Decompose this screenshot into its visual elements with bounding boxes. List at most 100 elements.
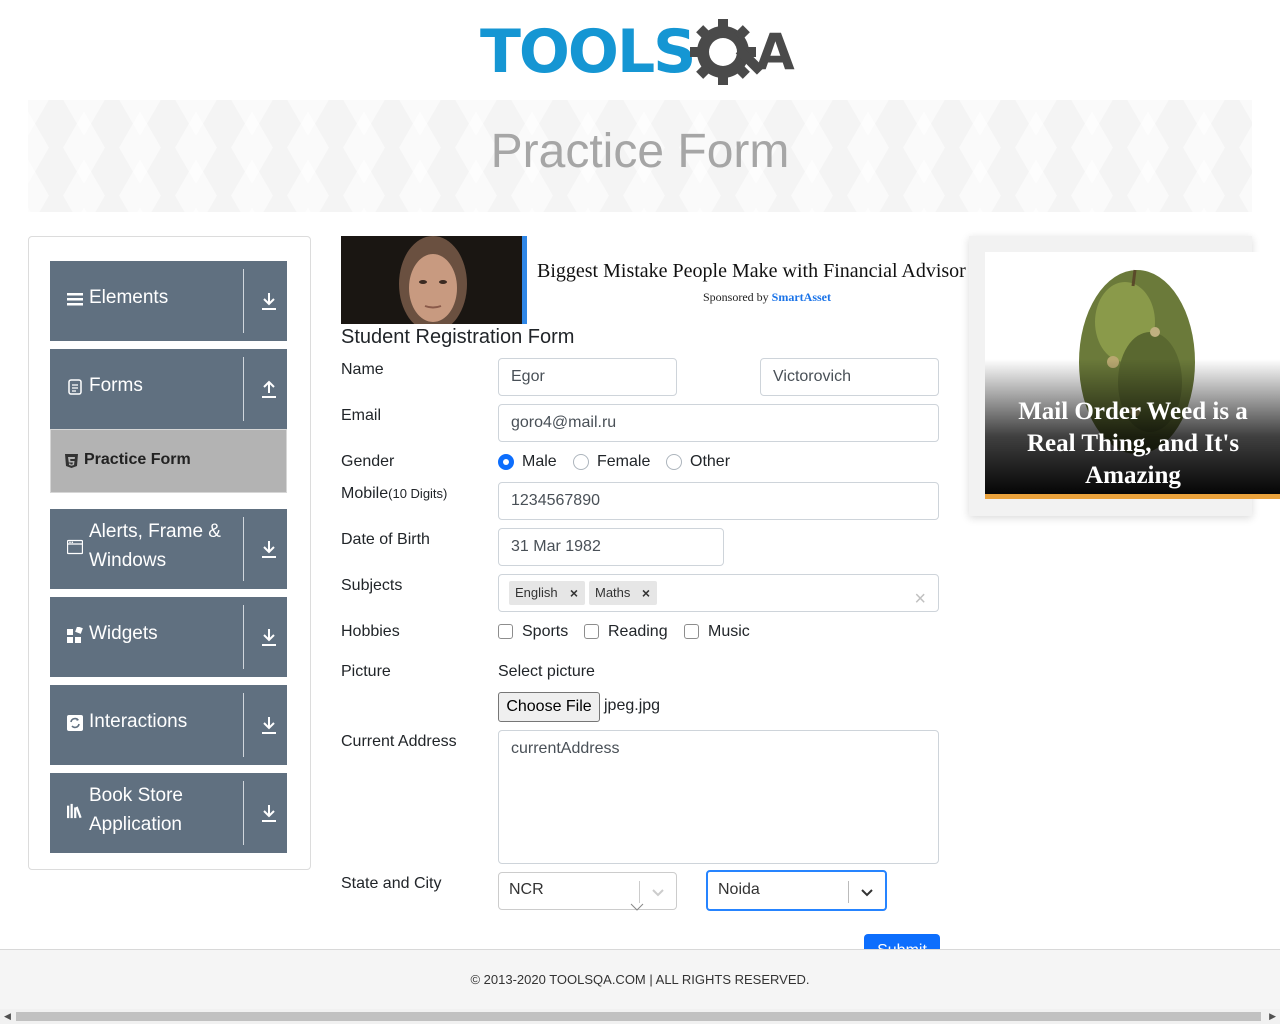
svg-text:A: A [756, 23, 795, 81]
selected-file-name: jpeg.jpg [604, 697, 661, 714]
hobby-reading-checkbox[interactable] [584, 624, 599, 639]
date-of-birth-input[interactable]: 31 Mar 1982 [498, 528, 724, 566]
mobile-hint: (10 Digits) [388, 486, 448, 501]
sidebar-item-label: Practice Form [84, 451, 191, 468]
sidebar-item-practice-form[interactable]: Practice Form [50, 429, 287, 493]
ad-image: Mail Order Weed is a Real Thing, and It'… [985, 252, 1280, 499]
divider [243, 517, 244, 581]
horizontal-scrollbar[interactable]: ◀ ▶ [0, 1009, 1280, 1024]
sidebar-group-label: Alerts, Frame & Windows [89, 521, 221, 571]
scroll-right-icon[interactable]: ▶ [1269, 1011, 1276, 1022]
sidebar-group-label: Interactions [89, 711, 188, 732]
select-picture-label: Select picture [498, 663, 595, 680]
subject-chip-label: English [515, 585, 558, 600]
first-name-input[interactable]: Egor [498, 358, 677, 396]
ad-sponsor: Sponsored by SmartAsset [703, 290, 831, 305]
ad-caption[interactable]: Mail Order Weed is a Real Thing, and It'… [1003, 396, 1263, 492]
side-advertisement[interactable]: Mail Order Weed is a Real Thing, and It'… [969, 236, 1280, 516]
footer-copyright: © 2013-2020 TOOLSQA.COM | ALL RIGHTS RES… [470, 972, 810, 987]
form-title: Student Registration Form [341, 326, 575, 348]
remove-chip-icon[interactable]: × [563, 581, 585, 605]
sidebar-group-interactions[interactable]: Interactions [50, 685, 287, 765]
interactions-icon [67, 715, 83, 731]
mobile-label-text: Mobile [341, 485, 389, 502]
current-address-label: Current Address [341, 733, 457, 750]
divider [848, 881, 849, 903]
sidebar-group-label: Forms [89, 375, 143, 396]
ad-accent-bar [522, 236, 527, 324]
subjects-label: Subjects [341, 577, 403, 594]
divider [639, 881, 640, 903]
chevron-down-icon[interactable] [859, 884, 875, 900]
widgets-icon [67, 627, 83, 643]
page-title: Practice Form [490, 125, 790, 178]
cursor-chevron-icon [630, 903, 644, 911]
advertisement-banner[interactable]: Biggest Mistake People Make with Financi… [341, 236, 971, 324]
gender-female-radio[interactable] [573, 454, 589, 470]
hobby-sports-checkbox[interactable] [498, 624, 513, 639]
mobile-label: Mobile(10 Digits) [341, 485, 447, 503]
subjects-input[interactable]: English × Maths × × [498, 574, 939, 612]
divider [243, 357, 244, 421]
window-icon [67, 539, 83, 555]
clear-icon[interactable]: × [914, 581, 926, 617]
email-label: Email [341, 407, 382, 424]
city-select[interactable]: Noida [706, 870, 887, 911]
gender-female-label[interactable]: Female [597, 453, 650, 471]
download-arrow-icon[interactable] [260, 291, 278, 311]
sidebar-group-book-store[interactable]: Book Store Application [50, 773, 287, 853]
ad-headline[interactable]: Biggest Mistake People Make with Financi… [537, 260, 966, 283]
download-arrow-icon[interactable] [260, 715, 278, 735]
gender-male-radio[interactable] [498, 454, 514, 470]
gender-other-label[interactable]: Other [690, 453, 730, 471]
sidebar-group-label: Book Store Application [89, 785, 183, 835]
menu-icon [67, 293, 83, 306]
scroll-left-icon[interactable]: ◀ [4, 1011, 11, 1022]
hobby-music-checkbox[interactable] [684, 624, 699, 639]
gender-male-label[interactable]: Male [522, 453, 557, 471]
download-arrow-icon[interactable] [260, 627, 278, 647]
hobby-music-label[interactable]: Music [708, 623, 750, 641]
chevron-down-icon[interactable] [650, 884, 666, 900]
ad-photo [341, 236, 522, 324]
hobby-reading-label[interactable]: Reading [608, 623, 668, 641]
sidebar-group-forms[interactable]: Forms [50, 349, 287, 429]
sidebar-group-label: Widgets [89, 623, 158, 644]
dob-label: Date of Birth [341, 531, 430, 548]
page-banner: Practice Form [28, 100, 1252, 212]
picture-label: Picture [341, 663, 391, 680]
subject-chip-english: English × [509, 581, 585, 605]
last-name-input[interactable]: Victorovich [760, 358, 939, 396]
gender-label: Gender [341, 453, 395, 470]
upload-arrow-icon[interactable] [260, 379, 278, 399]
remove-chip-icon[interactable]: × [635, 581, 657, 605]
divider [243, 605, 244, 669]
sidebar-group-elements[interactable]: Elements [50, 261, 287, 341]
email-input[interactable]: goro4@mail.ru [498, 404, 939, 442]
sidebar-group-alerts[interactable]: Alerts, Frame & Windows [50, 509, 287, 589]
html-icon [65, 454, 78, 468]
state-value: NCR [509, 881, 544, 898]
mobile-input[interactable]: 1234567890 [498, 482, 939, 520]
scrollbar-thumb[interactable] [16, 1012, 1261, 1021]
current-address-textarea[interactable]: currentAddress [498, 730, 939, 864]
hobby-sports-label[interactable]: Sports [522, 623, 568, 641]
name-label: Name [341, 361, 384, 378]
document-icon [68, 379, 82, 395]
hobbies-label: Hobbies [341, 623, 400, 640]
toolsqa-logo[interactable]: TOOLS A [480, 14, 805, 92]
ad-sponsor-name[interactable]: SmartAsset [772, 290, 831, 304]
state-select[interactable]: NCR [498, 872, 677, 910]
download-arrow-icon[interactable] [260, 539, 278, 559]
gender-other-radio[interactable] [666, 454, 682, 470]
ad-stripe [985, 494, 1280, 499]
books-icon [67, 803, 82, 819]
download-arrow-icon[interactable] [260, 803, 278, 823]
sidebar: Elements Forms Practice Form Alerts, Fra… [28, 236, 311, 870]
subject-chip-label: Maths [595, 585, 631, 600]
sidebar-group-widgets[interactable]: Widgets [50, 597, 287, 677]
ad-sponsored-by: Sponsored by [703, 290, 769, 304]
state-city-label: State and City [341, 875, 442, 892]
choose-file-button[interactable]: Choose File [498, 692, 600, 722]
divider [243, 693, 244, 757]
